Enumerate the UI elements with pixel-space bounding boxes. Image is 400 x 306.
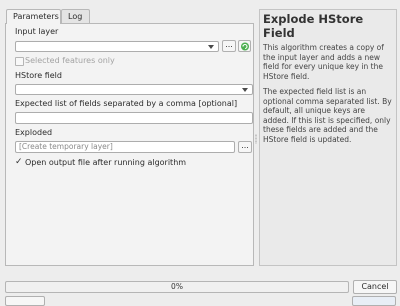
help-title: Explode HStore Field bbox=[263, 12, 364, 40]
help-paragraph: This algorithm creates a copy of the inp… bbox=[263, 43, 384, 81]
chevron-down-icon bbox=[208, 45, 214, 49]
cancel-button[interactable]: Cancel bbox=[353, 280, 397, 294]
tab-parameters[interactable]: Parameters bbox=[6, 9, 61, 24]
tab-log[interactable]: Log bbox=[61, 9, 90, 23]
help-paragraph: The expected field list is an optional c… bbox=[263, 87, 392, 144]
chevron-down-icon bbox=[242, 88, 248, 92]
progress-text: 0% bbox=[171, 282, 183, 291]
expected-fields-label: Expected list of fields separated by a c… bbox=[15, 99, 238, 108]
input-layer-browse-button[interactable]: ... bbox=[222, 40, 236, 52]
splitter-handle[interactable] bbox=[255, 134, 257, 144]
iterate-button[interactable] bbox=[238, 40, 251, 52]
parameters-panel: Input layer ... Selected features only H… bbox=[5, 23, 254, 266]
hstore-field-label: HStore field bbox=[15, 71, 62, 80]
help-panel: Explode HStore Field This algorithm crea… bbox=[259, 9, 397, 266]
hstore-field-combo[interactable] bbox=[15, 84, 253, 95]
iterate-icon bbox=[241, 42, 249, 51]
expected-fields-input[interactable] bbox=[15, 112, 253, 124]
progress-bar: 0% bbox=[5, 281, 349, 293]
open-output-label: Open output file after running algorithm bbox=[25, 158, 187, 167]
input-layer-label: Input layer bbox=[15, 27, 59, 36]
exploded-browse-button[interactable]: ... bbox=[238, 141, 252, 153]
selected-features-checkbox[interactable] bbox=[15, 57, 24, 66]
advanced-button[interactable] bbox=[5, 296, 45, 306]
selected-features-label: Selected features only bbox=[25, 56, 115, 65]
exploded-label: Exploded bbox=[15, 128, 53, 137]
exploded-output-input[interactable]: [Create temporary layer] bbox=[15, 141, 235, 153]
run-button[interactable] bbox=[352, 296, 396, 306]
check-icon[interactable]: ✓ bbox=[15, 158, 23, 167]
input-layer-combo[interactable] bbox=[15, 41, 219, 52]
